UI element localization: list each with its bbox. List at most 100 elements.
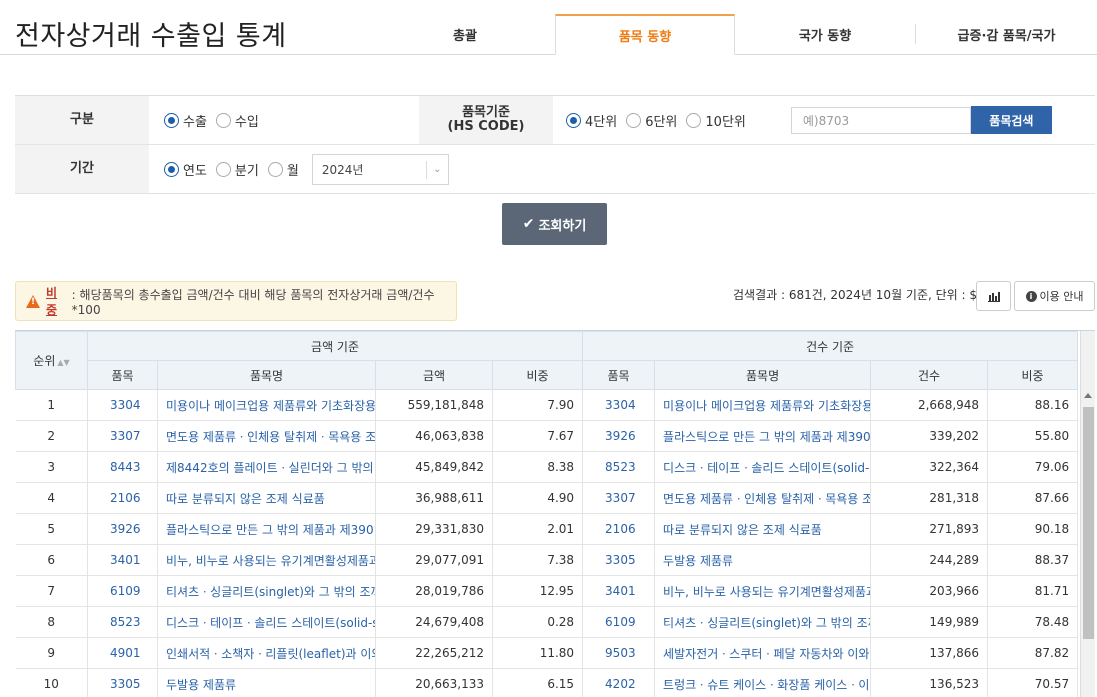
count-cell: 244,289 <box>870 544 989 576</box>
count-item-name-link[interactable]: 비누, 비누로 사용되는 유기계면활성제품과 <box>654 575 872 607</box>
year-select[interactable]: 2024년 ⌄ <box>311 153 449 185</box>
table-row: 10 3305 두발용 제품류 20,663,133 6.15 4202 트렁크ㆍ슈트 케이… <box>15 668 1079 697</box>
radio-4digit[interactable]: 4단위 <box>566 111 617 130</box>
rank-header[interactable]: 순위 ▲▼ <box>15 331 88 390</box>
amount-cell: 46,063,838 <box>375 420 493 452</box>
count-item-name-link[interactable]: 플라스틱으로 만든 그 밖의 제품과 제3901 <box>654 420 872 452</box>
count-item-code-link[interactable]: 3307 <box>582 482 656 514</box>
amount-ratio-cell: 7.67 <box>492 420 584 452</box>
amount-item-code-link[interactable]: 8523 <box>87 606 158 638</box>
count-cell: 271,893 <box>870 513 989 545</box>
count-ratio-cell: 87.66 <box>987 482 1079 514</box>
tab-surge-decline[interactable]: 급증·감 품목/국가 <box>915 24 1097 44</box>
table-scrollbar[interactable] <box>1080 331 1095 697</box>
amount-item-name-link[interactable]: 면도용 제품류ㆍ인체용 탈취제ㆍ목욕용 조제 <box>157 420 376 452</box>
radio-icon <box>686 112 702 128</box>
amount-item-code-link[interactable]: 3307 <box>87 420 158 452</box>
radio-import[interactable]: 수입 <box>215 111 259 130</box>
amount-item-code-link[interactable]: 3401 <box>87 544 158 576</box>
amount-cell: 29,077,091 <box>375 544 493 576</box>
radio-6digit[interactable]: 6단위 <box>626 111 677 130</box>
amount-item-name-link[interactable]: 인쇄서적ㆍ소책자ㆍ리플릿(leaflet)과 이와 <box>157 637 376 669</box>
radio-label: 연도 <box>183 163 207 179</box>
page-title: 전자상거래 수출입 통계 <box>15 21 287 52</box>
count-item-code-link[interactable]: 2106 <box>582 513 656 545</box>
warning-icon: ! <box>26 294 40 308</box>
page-header: 전자상거래 수출입 통계 총괄 품목 동향 국가 동향 급증·감 품목/국가 <box>0 0 1097 55</box>
count-item-name-link[interactable]: 티셔츠ㆍ싱글리트(singlet)와 그 밖의 조끼 <box>654 606 872 638</box>
radio-10digit[interactable]: 10단위 <box>686 111 746 130</box>
count-item-name-link[interactable]: 트렁크ㆍ슈트 케이스ㆍ화장품 케이스ㆍ이그 <box>654 668 872 697</box>
count-item-code-link[interactable]: 4202 <box>582 668 656 697</box>
result-info: 검색결과 : 681건, 2024년 10월 기준, 단위 : $ <box>733 288 978 302</box>
amount-item-code-link[interactable]: 8443 <box>87 451 158 483</box>
scrollbar-thumb[interactable] <box>1083 407 1094 639</box>
hs-search-input[interactable]: 예)8703 <box>790 106 971 134</box>
notice-bold: 비중 <box>46 286 58 317</box>
tab-summary[interactable]: 총괄 <box>375 14 555 55</box>
count-cell: 339,202 <box>870 420 989 452</box>
count-item-name-link[interactable]: 세발자전거ㆍ스쿠터ㆍ페달 자동차와 이와 유 <box>654 637 872 669</box>
count-cell: 203,966 <box>870 575 989 607</box>
usage-guide-button[interactable]: i 이용 안내 <box>1014 281 1095 311</box>
query-button[interactable]: ✔ 조회하기 <box>502 203 607 245</box>
amount-ratio-cell: 4.90 <box>492 482 584 514</box>
amount-cell: 36,988,611 <box>375 482 493 514</box>
radio-label: 10단위 <box>705 114 746 130</box>
radio-export[interactable]: 수출 <box>164 111 207 130</box>
scroll-up-icon[interactable] <box>1084 393 1092 398</box>
amount-item-name-link[interactable]: 플라스틱으로 만든 그 밖의 제품과 제3901 <box>157 513 376 545</box>
amount-ratio-cell: 12.95 <box>492 575 584 607</box>
amount-item-code-link[interactable]: 3926 <box>87 513 158 545</box>
amount-item-name-link[interactable]: 비누, 비누로 사용되는 유기계면활성제품과 <box>157 544 376 576</box>
radio-icon <box>566 112 581 128</box>
amount-item-name-link[interactable]: 티셔츠ㆍ싱글리트(singlet)와 그 밖의 조끼 <box>157 575 376 607</box>
amount-item-code-link[interactable]: 2106 <box>87 482 158 514</box>
radio-month[interactable]: 월 <box>267 160 299 179</box>
hs-code-label: 품목기준 (HS CODE) <box>419 96 553 144</box>
count-item-code-link[interactable]: 9503 <box>582 637 656 669</box>
amount-item-name-link[interactable]: 두발용 제품류 <box>157 668 376 697</box>
count-ratio-cell: 55.80 <box>987 420 1079 452</box>
amount-item-code-link[interactable]: 3305 <box>87 668 158 697</box>
radio-year[interactable]: 연도 <box>164 160 207 179</box>
chart-view-button[interactable] <box>976 281 1011 311</box>
item-search-button[interactable]: 품목검색 <box>970 106 1052 134</box>
count-item-code-link[interactable]: 3305 <box>582 544 656 576</box>
hs-options: 4단위 6단위 10단위 예)8703 품목검색 <box>553 96 1095 144</box>
amount-item-code-link[interactable]: 6109 <box>87 575 158 607</box>
count-item-name-link[interactable]: 미용이나 메이크업용 제품류와 기초화장용 <box>654 389 872 421</box>
query-button-label: 조회하기 <box>538 218 587 234</box>
count-item-code-link[interactable]: 3401 <box>582 575 656 607</box>
amount-item-name-link[interactable]: 따로 분류되지 않은 조제 식료품 <box>157 482 376 514</box>
amount-item-header: 품목 <box>87 360 158 390</box>
amount-cell: 29,331,830 <box>375 513 493 545</box>
count-ratio-cell: 88.16 <box>987 389 1079 421</box>
amount-item-name-header: 품목명 <box>157 360 376 390</box>
tab-item-trend[interactable]: 품목 동향 <box>555 14 735 55</box>
radio-quarter[interactable]: 분기 <box>215 160 259 179</box>
type-label: 구분 <box>15 96 149 144</box>
tab-country-trend[interactable]: 국가 동향 <box>735 14 915 55</box>
count-item-name-link[interactable]: 따로 분류되지 않은 조제 식료품 <box>654 513 872 545</box>
amount-item-name-link[interactable]: 미용이나 메이크업용 제품류와 기초화장용 <box>157 389 376 421</box>
count-item-name-link[interactable]: 두발용 제품류 <box>654 544 872 576</box>
amount-item-code-link[interactable]: 4901 <box>87 637 158 669</box>
count-item-code-link[interactable]: 3304 <box>582 389 656 421</box>
amount-cell: 22,265,212 <box>375 637 493 669</box>
amount-cell: 24,679,408 <box>375 606 493 638</box>
rank-cell: 2 <box>15 420 88 452</box>
amount-header: 금액 <box>375 360 493 390</box>
count-item-name-link[interactable]: 면도용 제품류ㆍ인체용 탈취제ㆍ목욕용 조제 <box>654 482 872 514</box>
amount-item-name-link[interactable]: 디스크ㆍ테이프ㆍ솔리드 스테이트(solid-st <box>157 606 376 638</box>
count-item-name-link[interactable]: 디스크ㆍ테이프ㆍ솔리드 스테이트(solid-st <box>654 451 872 483</box>
count-item-code-link[interactable]: 3926 <box>582 420 656 452</box>
count-item-code-link[interactable]: 6109 <box>582 606 656 638</box>
amount-item-code-link[interactable]: 3304 <box>87 389 158 421</box>
count-cell: 136,523 <box>870 668 989 697</box>
amount-cell: 28,019,786 <box>375 575 493 607</box>
amount-group-header: 금액 기준 <box>86 331 584 361</box>
amount-item-name-link[interactable]: 제8442호의 플레이트ㆍ실린더와 그 밖의 인 <box>157 451 376 483</box>
count-item-code-link[interactable]: 8523 <box>582 451 656 483</box>
ranking-table: 순위 ▲▼ 금액 기준 건수 기준 품목 품목명 금액 비중 품목 품목명 건수 … <box>15 330 1095 697</box>
